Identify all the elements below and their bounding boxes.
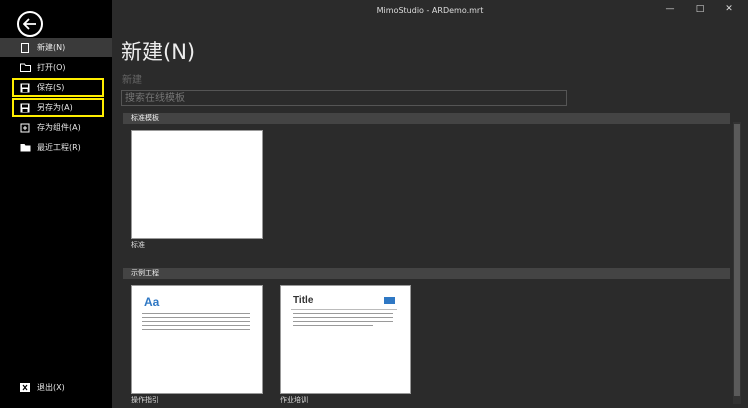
template-thumbnail-standard[interactable] (131, 130, 263, 239)
template-label: 操作指引 (131, 396, 159, 404)
sidebar-item-recent[interactable]: 最近工程(R) (0, 138, 112, 157)
template-label: 作业培训 (280, 396, 308, 404)
sidebar-item-label: 另存为(A) (37, 103, 73, 112)
text-line (142, 329, 250, 330)
page-title: 新建(N) (121, 40, 196, 64)
minimize-button[interactable]: — (663, 4, 677, 14)
template-label: 标准 (131, 241, 145, 249)
maximize-button[interactable]: □ (693, 4, 707, 14)
search-input[interactable] (121, 90, 567, 106)
divider (291, 309, 397, 310)
text-line (293, 321, 393, 322)
arrow-left-icon (23, 18, 36, 30)
close-box-icon (19, 383, 31, 393)
sidebar-item-label: 保存(S) (37, 83, 65, 92)
image-placeholder-icon (384, 297, 395, 304)
folder-icon (19, 143, 31, 153)
scrollbar[interactable] (733, 122, 741, 404)
back-button[interactable] (17, 11, 43, 37)
save-as-icon (19, 103, 31, 113)
template-heading: Aa (144, 295, 160, 309)
sidebar-item-open[interactable]: 打开(O) (0, 58, 112, 77)
window-title: MimoStudio - ARDemo.mrt (376, 6, 484, 15)
sidebar-item-label: 退出(X) (37, 383, 65, 392)
text-line (293, 317, 393, 318)
sidebar-item-save-as[interactable]: 另存为(A) (12, 98, 104, 117)
sidebar-item-label: 最近工程(R) (37, 143, 81, 152)
text-line (293, 325, 373, 326)
text-line (142, 313, 250, 314)
save-component-icon (19, 123, 31, 133)
save-icon (19, 83, 31, 93)
text-line (293, 313, 393, 314)
section-header-examples: 示例工程 (123, 268, 730, 279)
template-thumbnail-guide[interactable]: Aa (131, 285, 263, 394)
sidebar: 新建(N) 打开(O) 保存(S) 另存为(A) 存为组件(A) 最近工程(R) (0, 0, 112, 408)
sidebar-item-label: 新建(N) (37, 43, 66, 52)
text-line (142, 321, 250, 322)
text-line (142, 317, 250, 318)
page-subtitle: 新建 (122, 75, 142, 86)
sidebar-item-exit[interactable]: 退出(X) (0, 378, 112, 397)
sidebar-item-save-component[interactable]: 存为组件(A) (0, 118, 112, 137)
sidebar-item-label: 打开(O) (37, 63, 66, 72)
sidebar-item-new[interactable]: 新建(N) (0, 38, 112, 57)
folder-open-icon (19, 63, 31, 73)
sidebar-item-label: 存为组件(A) (37, 123, 81, 132)
sidebar-item-save[interactable]: 保存(S) (12, 78, 104, 97)
section-header-standard: 标准模板 (123, 113, 730, 124)
text-line (142, 325, 250, 326)
new-file-icon (19, 42, 31, 53)
template-thumbnail-training[interactable]: Title (280, 285, 411, 394)
template-heading: Title (293, 295, 314, 306)
title-bar: MimoStudio - ARDemo.mrt — □ ✕ (112, 0, 748, 22)
scrollbar-thumb[interactable] (734, 124, 740, 396)
close-button[interactable]: ✕ (722, 4, 736, 14)
